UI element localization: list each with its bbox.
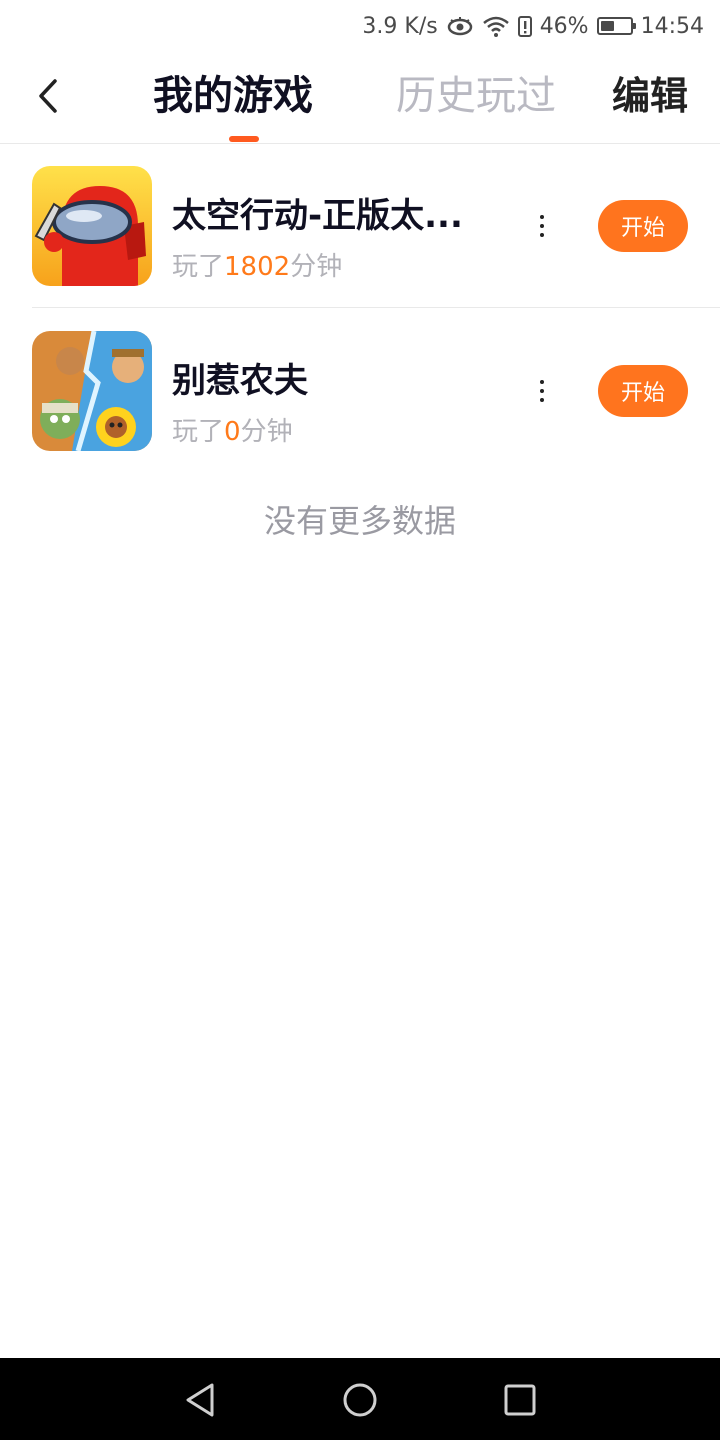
nav-recents-button[interactable]	[500, 1380, 540, 1420]
status-bar: 3.9 K/s 46% 14:54	[0, 0, 720, 52]
battery-icon	[596, 17, 636, 35]
more-options-button[interactable]	[526, 371, 558, 411]
network-speed: 3.9 K/s	[362, 13, 438, 39]
more-dot-icon	[540, 389, 544, 393]
nav-home-button[interactable]	[340, 1380, 380, 1420]
more-dot-icon	[540, 215, 544, 219]
chevron-left-icon	[39, 79, 57, 113]
more-dot-icon	[540, 233, 544, 237]
tab-my-games[interactable]: 我的游戏	[153, 68, 313, 124]
more-dot-icon	[540, 224, 544, 228]
circle-home-icon	[343, 1383, 377, 1417]
status-time: 14:54	[640, 13, 704, 39]
play-time-minutes: 0	[224, 417, 241, 447]
play-time-prefix: 玩了	[172, 417, 225, 447]
game-icon-dont-mess-farmer[interactable]	[32, 331, 152, 451]
more-options-button[interactable]	[526, 206, 558, 246]
play-time: 玩了0分钟	[172, 411, 293, 448]
battery-alert-icon	[517, 15, 532, 37]
play-time-suffix: 分钟	[240, 417, 293, 447]
back-button[interactable]	[24, 70, 72, 122]
wifi-icon	[482, 15, 510, 37]
more-dot-icon	[540, 398, 544, 402]
play-time-prefix: 玩了	[172, 252, 225, 282]
play-time-suffix: 分钟	[290, 252, 343, 282]
battery-percent: 46%	[539, 13, 589, 39]
edit-button[interactable]: 编辑	[612, 68, 688, 124]
game-title: 太空行动-正版太...	[172, 196, 463, 236]
game-title: 别惹农夫	[172, 361, 308, 401]
divider	[32, 307, 720, 308]
more-dot-icon	[540, 380, 544, 384]
list-item[interactable]: 别惹农夫 玩了0分钟 开始	[0, 309, 720, 473]
no-more-data-text: 没有更多数据	[263, 502, 456, 540]
eye-icon	[446, 16, 474, 36]
tab-indicator	[229, 136, 259, 142]
tab-history[interactable]: 历史玩过	[396, 68, 556, 124]
battery-level	[600, 21, 614, 31]
navigation-bar	[0, 1358, 720, 1440]
header: 我的游戏 历史玩过 编辑	[0, 52, 720, 144]
square-recents-icon	[504, 1384, 536, 1416]
play-time: 玩了1802分钟	[172, 246, 342, 283]
play-time-minutes: 1802	[224, 252, 291, 282]
triangle-back-icon	[186, 1383, 214, 1417]
game-icon-space-action[interactable]	[32, 166, 152, 286]
list-item[interactable]: 太空行动-正版太... 玩了1802分钟 开始	[0, 144, 720, 308]
start-button[interactable]: 开始	[598, 200, 688, 252]
start-button[interactable]: 开始	[598, 365, 688, 417]
nav-back-button[interactable]	[180, 1380, 220, 1420]
